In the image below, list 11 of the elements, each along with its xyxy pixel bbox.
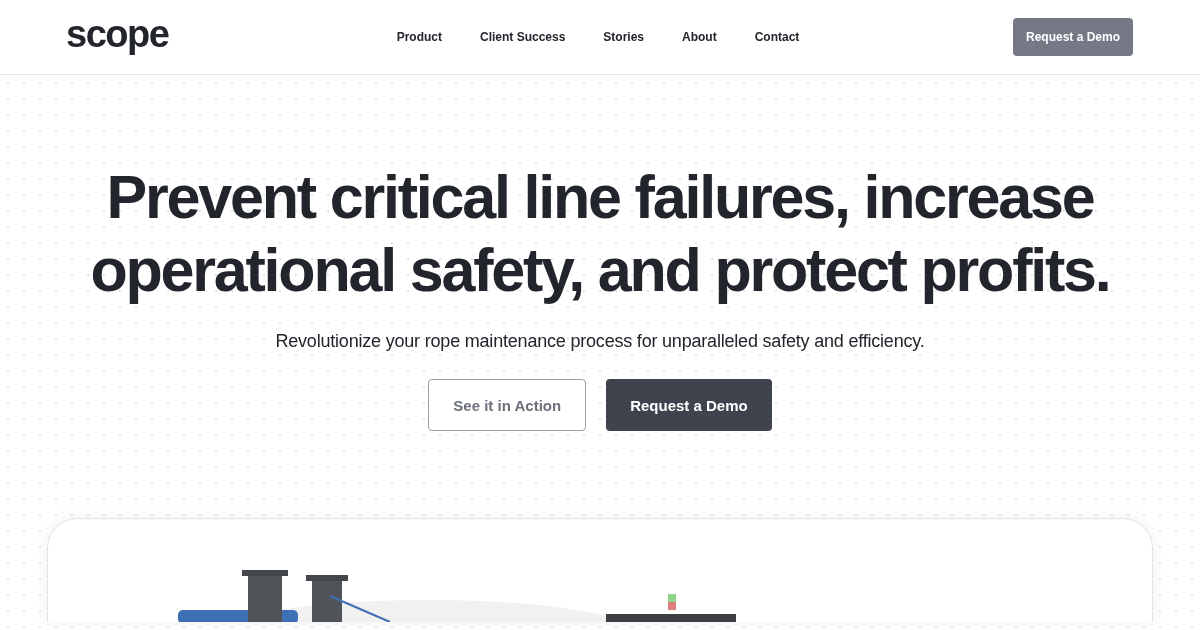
subtitle: Revolutionize your rope maintenance process for unparalleled safety and efficiency. bbox=[275, 331, 925, 352]
logo[interactable]: scope bbox=[66, 15, 169, 53]
request-demo-button[interactable]: Request a Demo bbox=[606, 379, 772, 431]
see-it-in-action-button[interactable]: See it in Action bbox=[428, 379, 587, 431]
nav-link[interactable]: Contact bbox=[754, 30, 800, 44]
nav-link[interactable]: Stories bbox=[603, 30, 645, 44]
nav-link[interactable]: Product bbox=[396, 30, 442, 44]
nav-link[interactable]: Client Success bbox=[479, 30, 566, 44]
request-demo-button[interactable]: Request a Demo bbox=[1012, 18, 1133, 56]
nav-link[interactable]: About bbox=[682, 30, 717, 44]
headline: Prevent critical line failures, increase operational safety, and protect profits. bbox=[90, 162, 1110, 306]
